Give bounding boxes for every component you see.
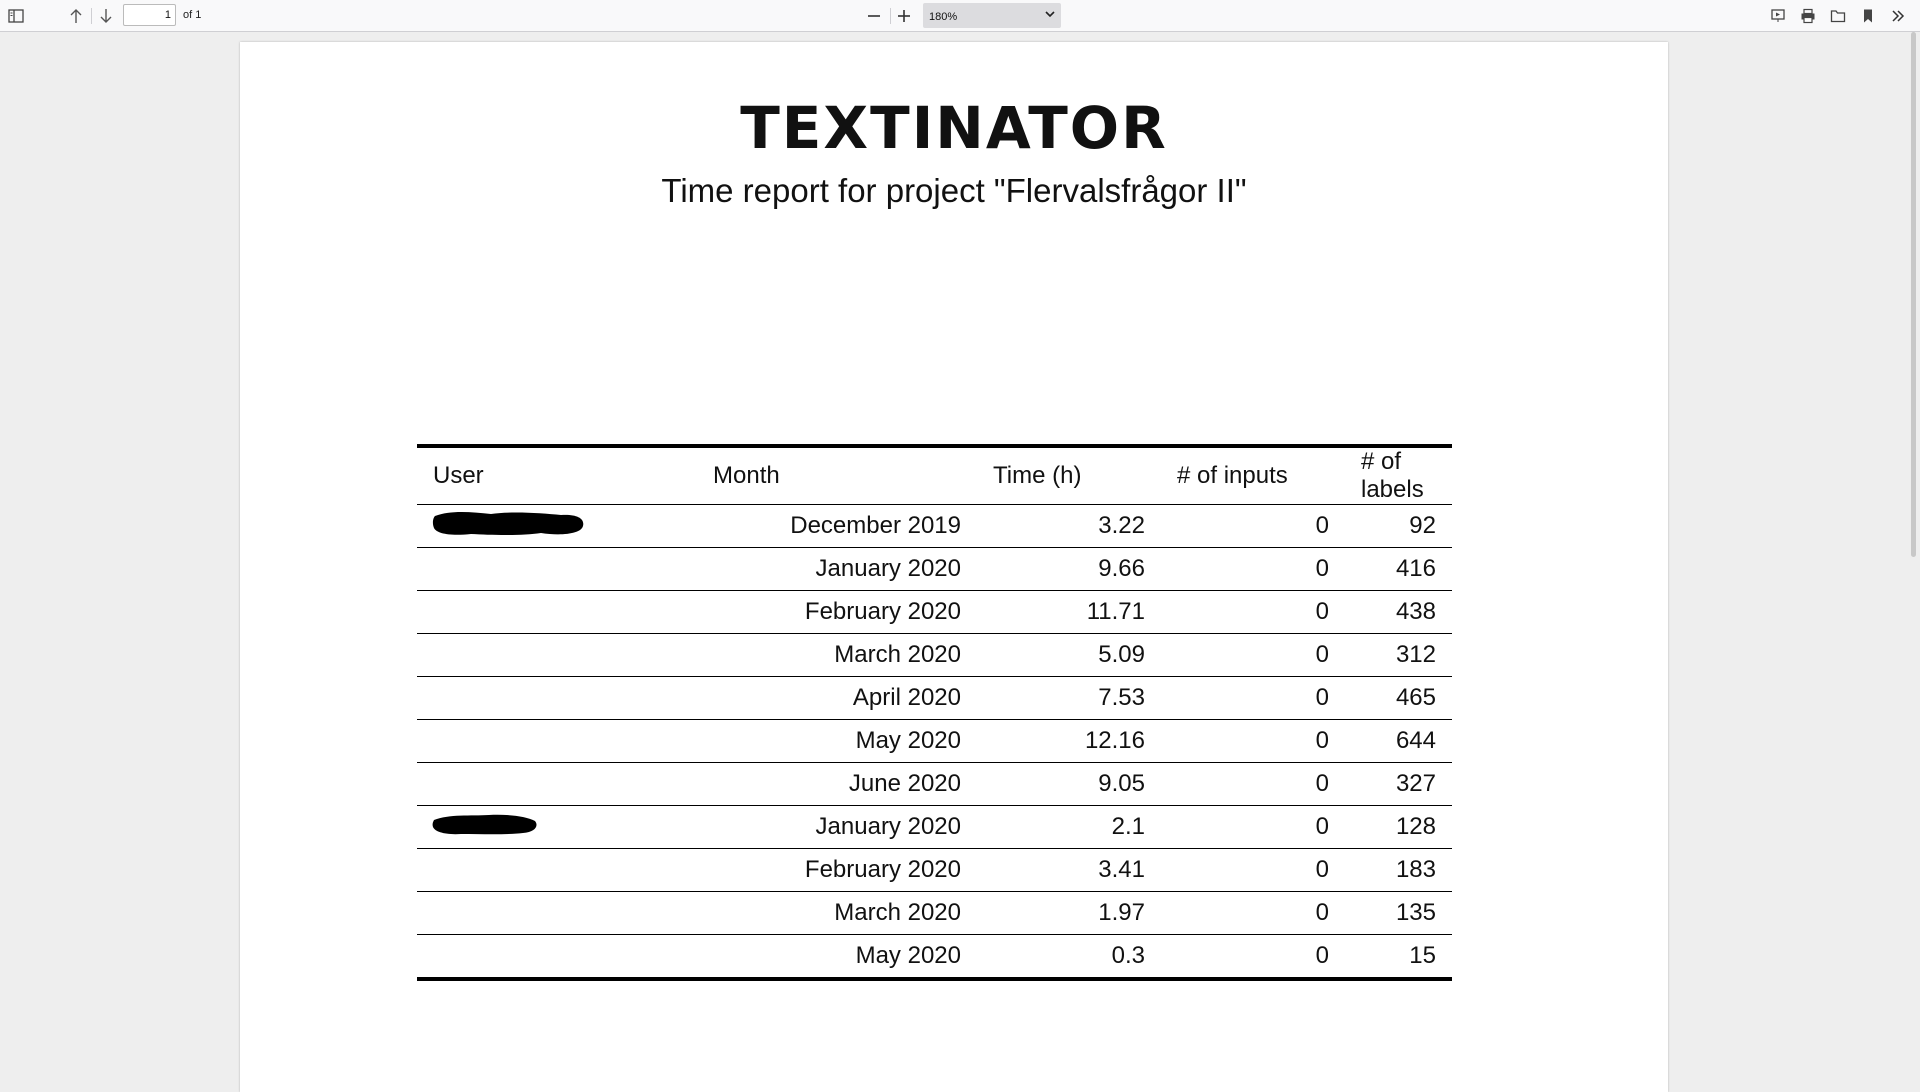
zoom-out-icon[interactable] — [862, 4, 886, 28]
zoom-value: 180% — [929, 11, 958, 23]
cell-user — [417, 934, 697, 979]
cell-month: April 2020 — [697, 676, 977, 720]
cell-labels: 327 — [1345, 762, 1452, 806]
cell-inputs: 0 — [1161, 848, 1345, 892]
cell-user — [417, 633, 697, 677]
cell-month: March 2020 — [697, 633, 977, 677]
cell-inputs: 0 — [1161, 719, 1345, 763]
cell-inputs: 0 — [1161, 934, 1345, 979]
toolbar-separator — [890, 8, 891, 24]
cell-user — [417, 547, 697, 591]
time-report-table: User Month Time (h) # of inputs # of lab… — [417, 444, 1452, 981]
cell-time: 2.1 — [977, 805, 1161, 849]
table-row: June 2020 9.05 0 327 — [417, 762, 1452, 806]
cell-month: May 2020 — [697, 719, 977, 763]
cell-labels: 644 — [1345, 719, 1452, 763]
cell-inputs: 0 — [1161, 633, 1345, 677]
column-header-time: Time (h) — [977, 446, 1161, 505]
previous-page-icon[interactable] — [64, 4, 88, 28]
cell-inputs: 0 — [1161, 762, 1345, 806]
cell-inputs: 0 — [1161, 590, 1345, 634]
table-row: May 2020 12.16 0 644 — [417, 719, 1452, 763]
cell-time: 11.71 — [977, 590, 1161, 634]
cell-labels: 135 — [1345, 891, 1452, 935]
cell-user — [417, 505, 697, 548]
cell-user — [417, 762, 697, 806]
vertical-scrollbar[interactable] — [1906, 32, 1920, 1080]
cell-month: June 2020 — [697, 762, 977, 806]
cell-time: 1.97 — [977, 891, 1161, 935]
cell-user — [417, 848, 697, 892]
cell-labels: 438 — [1345, 590, 1452, 634]
cell-inputs: 0 — [1161, 805, 1345, 849]
presentation-mode-icon[interactable] — [1766, 4, 1790, 28]
cell-labels: 183 — [1345, 848, 1452, 892]
table-row: March 2020 1.97 0 135 — [417, 891, 1452, 935]
table-header-row: User Month Time (h) # of inputs # of lab… — [417, 446, 1452, 505]
cell-user — [417, 676, 697, 720]
zoom-select[interactable]: 180% — [923, 3, 1061, 28]
page-count-label: of 1 — [183, 9, 202, 21]
page-number-input[interactable] — [123, 4, 176, 26]
zoom-in-icon[interactable] — [892, 4, 916, 28]
open-file-icon[interactable] — [1826, 4, 1850, 28]
column-header-month: Month — [697, 446, 977, 505]
table-row: January 2020 2.1 0 128 — [417, 805, 1452, 849]
cell-inputs: 0 — [1161, 676, 1345, 720]
cell-month: March 2020 — [697, 891, 977, 935]
toolbar-separator — [91, 8, 92, 24]
cell-month: February 2020 — [697, 848, 977, 892]
pdf-page: TEXTINATOR Time report for project "Fler… — [240, 42, 1668, 1092]
cell-month: January 2020 — [697, 547, 977, 591]
cell-month: May 2020 — [697, 934, 977, 979]
scrollbar-thumb[interactable] — [1911, 32, 1916, 557]
print-icon[interactable] — [1796, 4, 1820, 28]
cell-month: February 2020 — [697, 590, 977, 634]
cell-month: December 2019 — [790, 512, 961, 539]
cell-user — [417, 590, 697, 634]
table-row: December 2019 3.22 0 92 — [417, 505, 1452, 548]
pdf-toolbar: of 1 180% — [0, 0, 1920, 32]
column-header-labels: # of labels — [1345, 446, 1452, 505]
cell-time: 9.66 — [977, 547, 1161, 591]
cell-user — [417, 719, 697, 763]
cell-time: 3.22 — [1098, 512, 1145, 539]
cell-inputs: 0 — [1161, 891, 1345, 935]
cell-time: 3.41 — [977, 848, 1161, 892]
cell-time: 0.3 — [977, 934, 1161, 979]
redacted-username — [431, 508, 587, 545]
cell-labels: 92 — [1409, 512, 1436, 539]
next-page-icon[interactable] — [94, 4, 118, 28]
cell-labels: 465 — [1345, 676, 1452, 720]
cell-month: January 2020 — [697, 805, 977, 849]
cell-time: 5.09 — [977, 633, 1161, 677]
table-row: April 2020 7.53 0 465 — [417, 676, 1452, 720]
cell-time: 9.05 — [977, 762, 1161, 806]
cell-labels: 312 — [1345, 633, 1452, 677]
column-header-inputs: # of inputs — [1161, 446, 1345, 505]
cell-inputs: 0 — [1315, 512, 1329, 539]
cell-labels: 416 — [1345, 547, 1452, 591]
table-row: February 2020 11.71 0 438 — [417, 590, 1452, 634]
bookmark-icon[interactable] — [1856, 4, 1880, 28]
table-row: May 2020 0.3 0 15 — [417, 934, 1452, 979]
cell-labels: 128 — [1345, 805, 1452, 849]
report-title: Time report for project "Flervalsfrågor … — [661, 172, 1247, 209]
cell-labels: 15 — [1345, 934, 1452, 979]
sidebar-toggle-icon[interactable] — [4, 4, 28, 28]
textinator-logo: TEXTINATOR — [740, 94, 1168, 162]
redacted-username — [431, 811, 539, 844]
column-header-user: User — [417, 446, 697, 505]
cell-user — [417, 805, 697, 849]
table-row: February 2020 3.41 0 183 — [417, 848, 1452, 892]
tools-menu-icon[interactable] — [1886, 4, 1910, 28]
table-row: January 2020 9.66 0 416 — [417, 547, 1452, 591]
cell-time: 7.53 — [977, 676, 1161, 720]
table-row: March 2020 5.09 0 312 — [417, 633, 1452, 677]
cell-time: 12.16 — [977, 719, 1161, 763]
cell-inputs: 0 — [1161, 547, 1345, 591]
table-body: December 2019 3.22 0 92 January 2020 9.66 0 416… — [417, 505, 1452, 979]
cell-user — [417, 891, 697, 935]
chevron-down-icon — [1045, 8, 1055, 22]
